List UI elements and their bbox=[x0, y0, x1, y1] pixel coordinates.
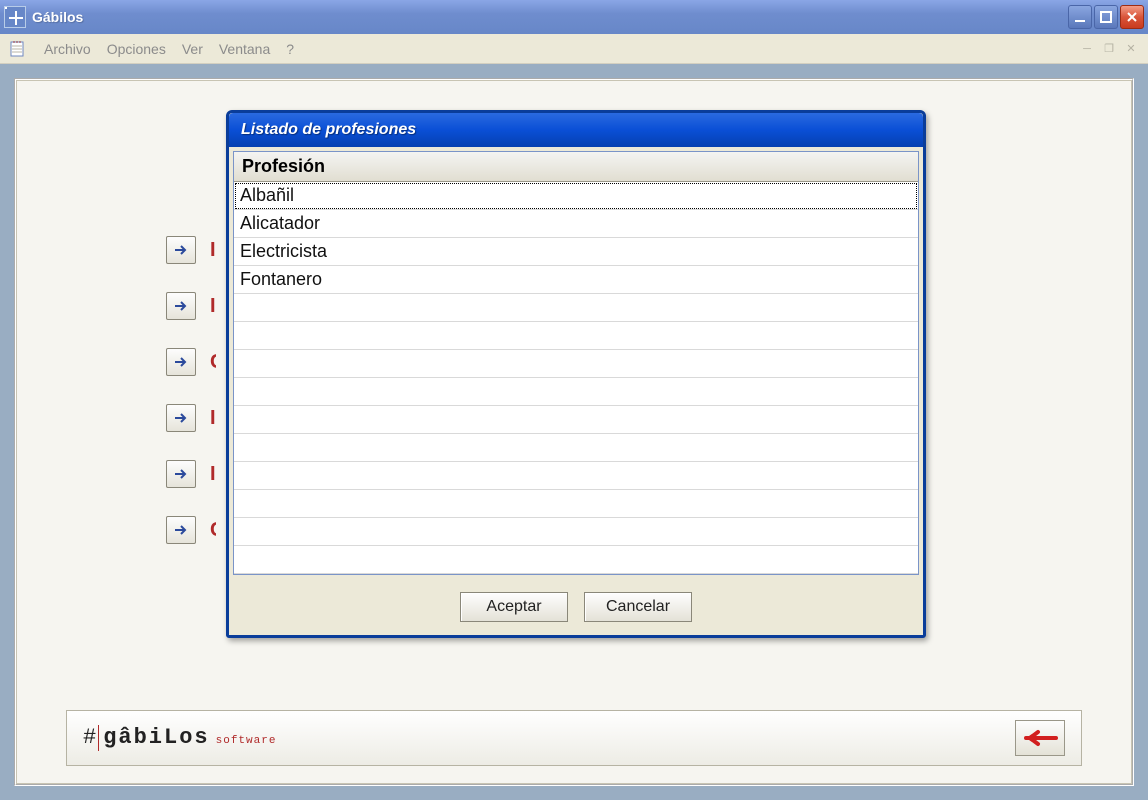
bottom-bar: # gâbiLos software bbox=[66, 710, 1082, 766]
close-button[interactable] bbox=[1120, 5, 1144, 29]
mdi-window-controls: ─ ❐ ✕ bbox=[1078, 41, 1140, 56]
brand-logo: # gâbiLos software bbox=[83, 725, 276, 751]
table-row[interactable] bbox=[234, 406, 918, 434]
table-row[interactable]: Electricista bbox=[234, 238, 918, 266]
nav-item: I bbox=[166, 460, 216, 488]
nav-label: I bbox=[210, 463, 216, 486]
nav-label: I bbox=[210, 407, 216, 430]
table-row[interactable] bbox=[234, 462, 918, 490]
menu-app-icon bbox=[8, 39, 28, 59]
table-row[interactable]: Albañil bbox=[234, 182, 918, 210]
table-row[interactable] bbox=[234, 434, 918, 462]
nav-arrow-list: I I C I bbox=[166, 236, 216, 544]
professions-dialog: Listado de profesiones Profesión Albañil… bbox=[226, 110, 926, 638]
dialog-footer: Aceptar Cancelar bbox=[229, 579, 923, 635]
back-button[interactable] bbox=[1015, 720, 1065, 756]
window-controls bbox=[1068, 5, 1144, 29]
workspace: I I C I bbox=[0, 64, 1148, 800]
table-row[interactable] bbox=[234, 518, 918, 546]
arrow-right-button[interactable] bbox=[166, 404, 196, 432]
menu-ventana[interactable]: Ventana bbox=[219, 41, 270, 57]
nav-label: C bbox=[210, 351, 216, 374]
app-title: Gábilos bbox=[32, 9, 1068, 25]
nav-item: I bbox=[166, 292, 216, 320]
table-row[interactable] bbox=[234, 350, 918, 378]
nav-item: C bbox=[166, 348, 216, 376]
dialog-titlebar[interactable]: Listado de profesiones bbox=[229, 113, 923, 147]
maximize-button[interactable] bbox=[1094, 5, 1118, 29]
nav-item: I bbox=[166, 404, 216, 432]
table-row[interactable]: Fontanero bbox=[234, 266, 918, 294]
logo-subtitle: software bbox=[216, 735, 277, 747]
column-header-profesion[interactable]: Profesión bbox=[234, 152, 918, 182]
menubar: Archivo Opciones Ver Ventana ? ─ ❐ ✕ bbox=[0, 34, 1148, 64]
menu-opciones[interactable]: Opciones bbox=[107, 41, 166, 57]
dialog-title: Listado de profesiones bbox=[241, 121, 416, 139]
hash-icon: # bbox=[83, 725, 94, 750]
logo-divider bbox=[98, 725, 99, 751]
nav-item: C bbox=[166, 516, 216, 544]
nav-item: I bbox=[166, 236, 216, 264]
mdi-child-window: I I C I bbox=[14, 78, 1134, 786]
nav-label: I bbox=[210, 295, 216, 318]
logo-name: gâbiLos bbox=[103, 725, 209, 750]
nav-label: I bbox=[210, 239, 216, 262]
cancel-button[interactable]: Cancelar bbox=[584, 592, 692, 622]
menu-help[interactable]: ? bbox=[286, 41, 294, 57]
mdi-minimize-button[interactable]: ─ bbox=[1078, 41, 1096, 56]
table-row[interactable] bbox=[234, 294, 918, 322]
table-row[interactable] bbox=[234, 322, 918, 350]
menu-ver[interactable]: Ver bbox=[182, 41, 203, 57]
arrow-right-button[interactable] bbox=[166, 292, 196, 320]
minimize-button[interactable] bbox=[1068, 5, 1092, 29]
mdi-close-button[interactable]: ✕ bbox=[1122, 41, 1140, 56]
professions-grid: Profesión AlbañilAlicatadorElectricistaF… bbox=[233, 151, 919, 575]
table-row[interactable]: Alicatador bbox=[234, 210, 918, 238]
arrow-right-button[interactable] bbox=[166, 460, 196, 488]
arrow-right-button[interactable] bbox=[166, 516, 196, 544]
dialog-body: Profesión AlbañilAlicatadorElectricistaF… bbox=[229, 147, 923, 579]
arrow-right-button[interactable] bbox=[166, 236, 196, 264]
arrow-right-button[interactable] bbox=[166, 348, 196, 376]
arrow-left-icon bbox=[1022, 729, 1058, 747]
nav-label: C bbox=[210, 519, 216, 542]
main-titlebar: Gábilos bbox=[0, 0, 1148, 34]
table-row[interactable] bbox=[234, 378, 918, 406]
app-icon bbox=[4, 6, 26, 28]
table-row[interactable] bbox=[234, 490, 918, 518]
menu-archivo[interactable]: Archivo bbox=[44, 41, 91, 57]
mdi-restore-button[interactable]: ❐ bbox=[1100, 41, 1118, 56]
table-row[interactable] bbox=[234, 546, 918, 574]
accept-button[interactable]: Aceptar bbox=[460, 592, 568, 622]
